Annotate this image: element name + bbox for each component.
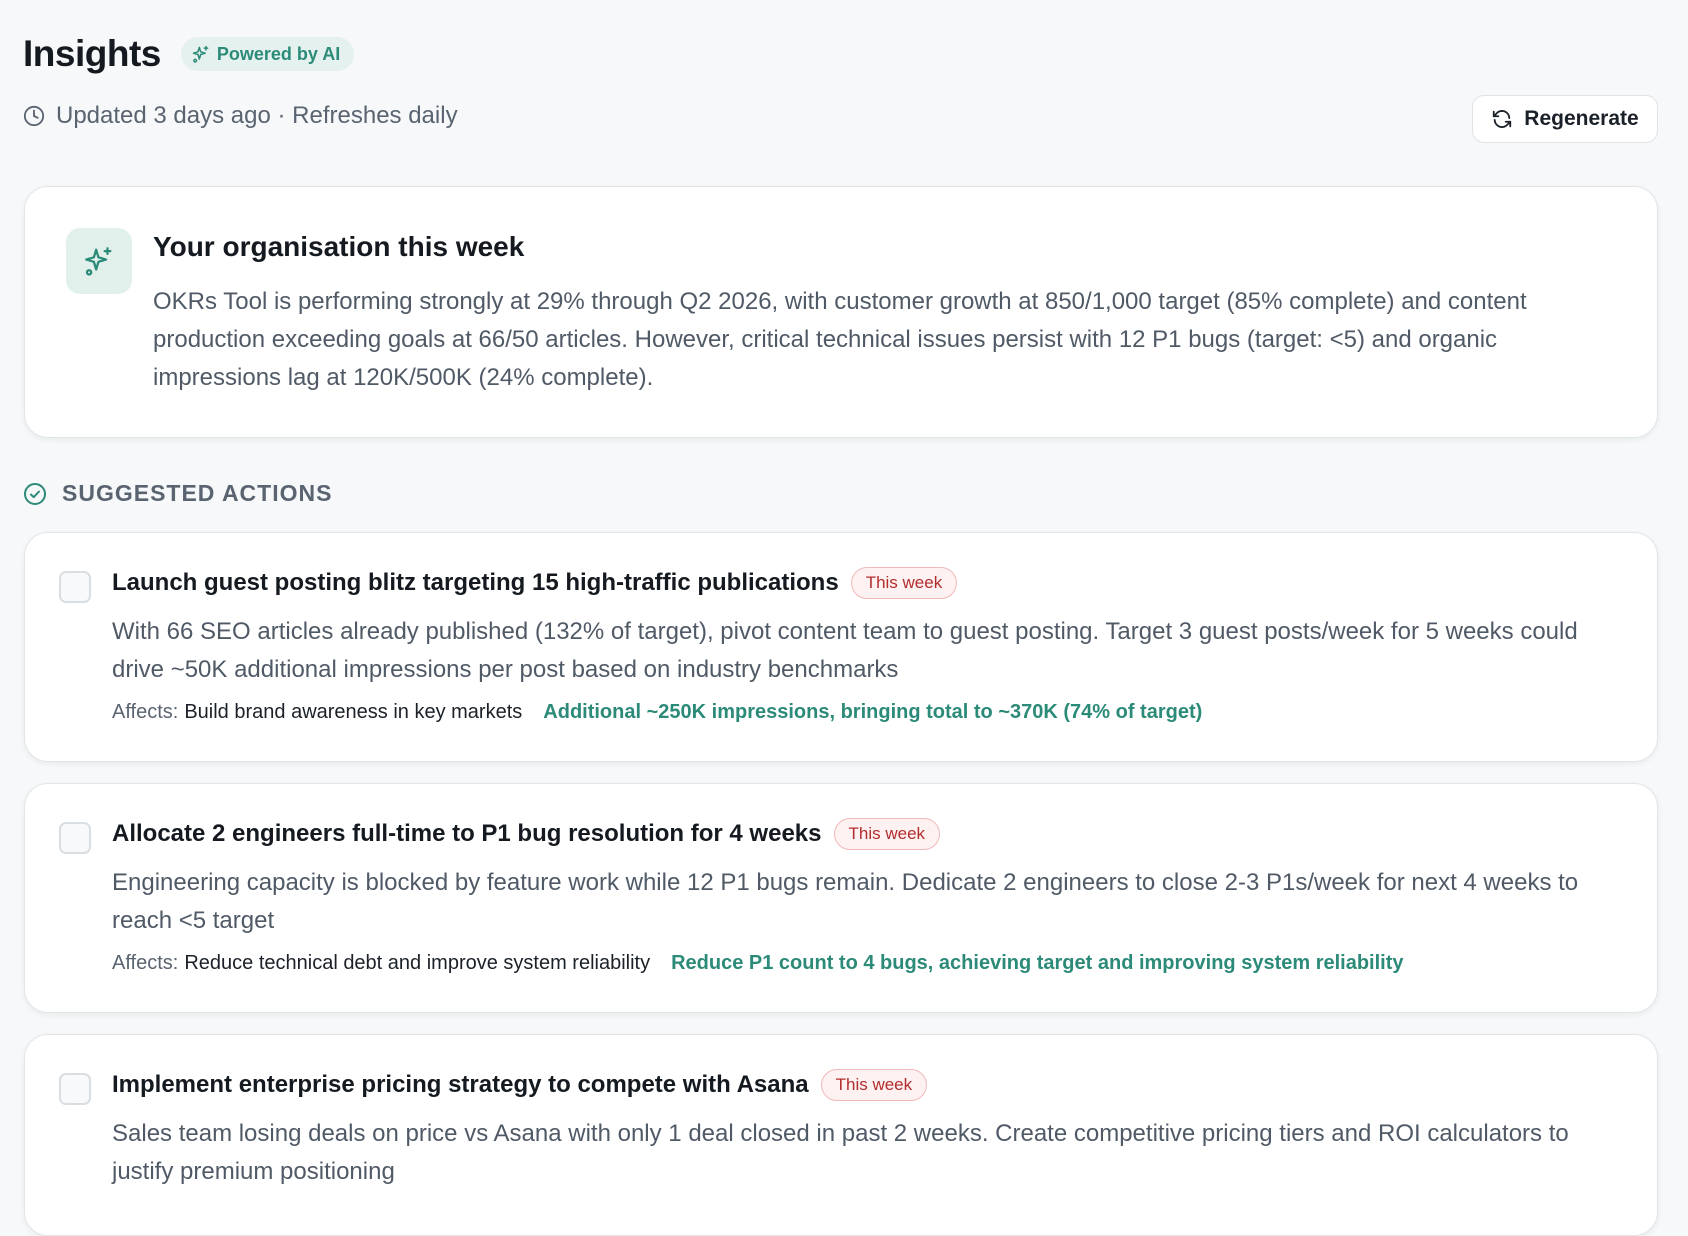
action-header: Allocate 2 engineers full-time to P1 bug… — [112, 818, 941, 850]
check-circle-icon — [24, 482, 46, 505]
action-description: With 66 SEO articles already published (… — [112, 618, 1578, 683]
suggested-actions-label: SUGGESTED ACTIONS — [62, 480, 333, 506]
clock-icon — [23, 105, 45, 127]
action-checkbox[interactable] — [59, 822, 91, 854]
action-checkbox[interactable] — [59, 571, 91, 603]
action-card: Implement enterprise pricing strategy to… — [24, 1034, 1658, 1236]
insights-page: Insights Powered by AI Updated 3 days ag… — [0, 0, 1688, 1236]
summary-icon-tile — [66, 228, 132, 294]
action-description: Engineering capacity is blocked by featu… — [112, 869, 1579, 934]
regenerate-label: Regenerate — [1524, 107, 1639, 130]
affects-label: Affects: — [112, 952, 179, 974]
regenerate-button[interactable]: Regenerate — [1472, 95, 1658, 143]
action-header: Implement enterprise pricing strategy to… — [112, 1069, 928, 1101]
action-card: Allocate 2 engineers full-time to P1 bug… — [24, 783, 1658, 1013]
update-status-text: Updated 3 days ago · Refreshes daily — [56, 102, 458, 129]
expected-impact: Additional ~250K impressions, bringing t… — [543, 701, 1203, 723]
action-title: Allocate 2 engineers full-time to P1 bug… — [112, 820, 822, 847]
update-status: Updated 3 days ago · Refreshes daily — [23, 102, 458, 130]
timeframe-badge: This week — [833, 818, 941, 850]
affects-objective: Build brand awareness in key markets — [184, 701, 523, 723]
timeframe-badge: This week — [850, 567, 958, 599]
timeframe-badge: This week — [820, 1069, 928, 1101]
header: Insights Powered by AI — [23, 30, 355, 78]
refresh-icon — [1493, 110, 1512, 128]
action-header: Launch guest posting blitz targeting 15 … — [112, 567, 958, 599]
action-title: Launch guest posting blitz targeting 15 … — [112, 569, 839, 596]
sparkles-icon — [85, 247, 112, 276]
action-affects: Affects: Build brand awareness in key ma… — [112, 701, 1202, 724]
summary-title: Your organisation this week — [153, 231, 525, 262]
sparkles-icon — [192, 45, 209, 63]
ai-badge-label: Powered by AI — [216, 43, 341, 64]
action-checkbox[interactable] — [59, 1073, 91, 1105]
affects-objective: Reduce technical debt and improve system… — [184, 952, 651, 974]
page-title: Insights — [23, 33, 161, 74]
ai-badge: Powered by AI — [180, 37, 355, 71]
action-card: Launch guest posting blitz targeting 15 … — [24, 532, 1658, 762]
summary-body: OKRs Tool is performing strongly at 29% … — [153, 288, 1527, 391]
action-title: Implement enterprise pricing strategy to… — [112, 1071, 809, 1098]
action-description: Sales team losing deals on price vs Asan… — [112, 1120, 1569, 1185]
expected-impact: Reduce P1 count to 4 bugs, achieving tar… — [671, 952, 1404, 974]
suggested-actions-heading: SUGGESTED ACTIONS — [23, 480, 332, 507]
summary-card: Your organisation this week OKRs Tool is… — [24, 186, 1658, 438]
affects-label: Affects: — [112, 701, 179, 723]
action-affects: Affects: Reduce technical debt and impro… — [112, 952, 1404, 975]
